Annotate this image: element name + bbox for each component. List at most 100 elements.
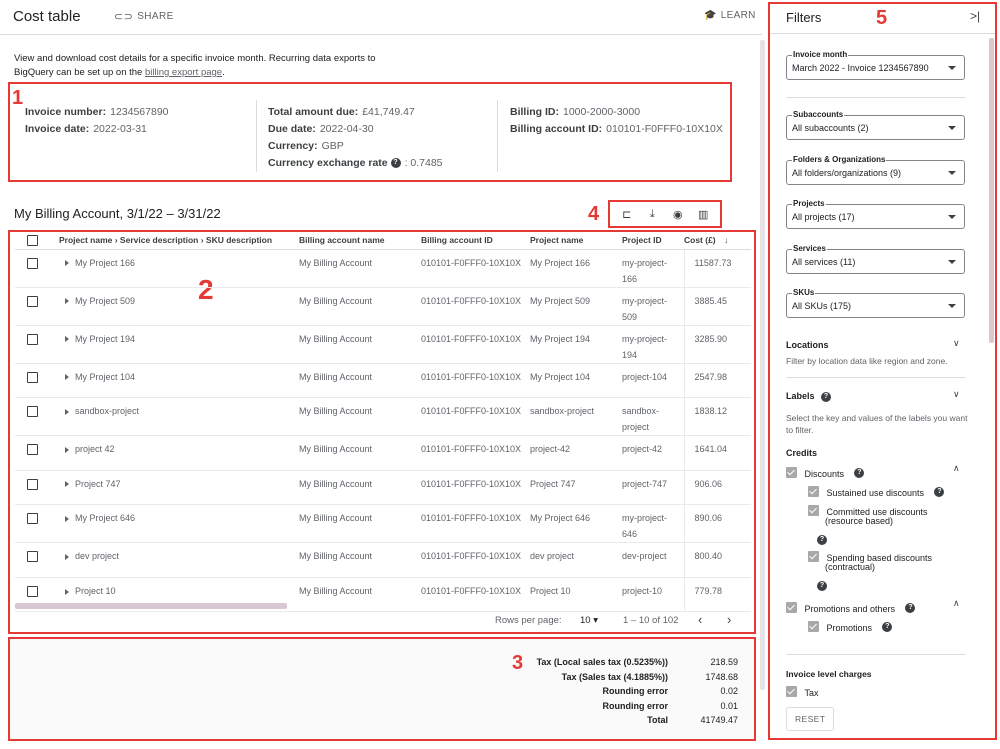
next-page-icon[interactable]: › (727, 612, 731, 627)
row-checkbox[interactable] (27, 551, 38, 563)
row-checkbox[interactable] (27, 257, 38, 269)
col-header-billing-account-id[interactable]: Billing account ID (421, 232, 530, 250)
help-icon[interactable]: ? (905, 602, 916, 613)
table-row[interactable]: dev project My Billing Account 010101-F0FF… (15, 542, 751, 578)
reset-button[interactable]: RESET (786, 707, 835, 731)
filter-divider (786, 97, 966, 98)
row-project-cell[interactable]: My Project 646 (49, 504, 299, 544)
labels-heading[interactable]: Labels ? (786, 391, 832, 402)
services-select[interactable]: Services All services (11) (786, 244, 965, 274)
billing-export-link[interactable]: billing export page (145, 67, 222, 78)
row-cost: 1838.12 (694, 406, 728, 417)
row-project-cell[interactable]: dev project (49, 542, 299, 578)
download-icon[interactable]: ⤓ (645, 207, 659, 221)
projects-select[interactable]: Projects All projects (17) (786, 199, 965, 229)
folders-select[interactable]: Folders & Organizations All folders/orga… (786, 155, 965, 185)
row-account-id-cell: 010101-F0FFF0-10X10X (421, 504, 530, 544)
row-cost: 11587.73 (694, 257, 732, 268)
select-all-checkbox[interactable] (27, 234, 38, 246)
table-row[interactable]: My Project 166 My Billing Account 010101-F… (15, 249, 751, 288)
help-icon[interactable]: ? (934, 486, 945, 497)
learn-button[interactable]: 🎓 LEARN (704, 10, 756, 21)
discounts-row[interactable]: Discounts ? (786, 464, 865, 482)
expand-row-icon[interactable] (65, 298, 69, 305)
committed-checkbox[interactable] (808, 505, 819, 517)
help-icon[interactable]: ? (817, 534, 827, 545)
sort-down-icon[interactable]: ↓ (724, 235, 728, 245)
help-icon[interactable]: ? (817, 580, 827, 591)
skus-select[interactable]: SKUs All SKUs (175) (786, 288, 965, 318)
col-header-billing-account-name[interactable]: Billing account name (299, 232, 421, 250)
table-row[interactable]: project 42 My Billing Account 010101-F0FFF… (15, 435, 751, 471)
tax-checkbox[interactable] (786, 686, 797, 698)
chevron-down-icon[interactable]: ∨ (953, 338, 960, 349)
expand-row-icon[interactable] (65, 553, 69, 560)
prev-page-icon[interactable]: ‹ (698, 612, 702, 627)
help-icon[interactable]: ? (821, 391, 832, 402)
discounts-checkbox[interactable] (786, 467, 797, 479)
expand-row-icon[interactable] (65, 588, 69, 595)
row-billing-account-id: 010101-F0FFF0-10X10X (421, 333, 522, 344)
table-row[interactable]: sandbox-project My Billing Account 010101-… (15, 397, 751, 437)
chevron-down-icon[interactable]: ∨ (953, 389, 960, 400)
row-project-cell[interactable]: Project 747 (49, 470, 299, 506)
promos-others-checkbox[interactable] (786, 602, 797, 614)
row-project-cell[interactable]: My Project 166 (49, 249, 299, 288)
filters-scrollbar[interactable] (989, 38, 994, 343)
row-checkbox[interactable] (27, 513, 38, 525)
row-project-cell[interactable]: project 42 (49, 435, 299, 471)
col-divider (256, 100, 257, 172)
table-row[interactable]: My Project 104 My Billing Account 010101-F… (15, 363, 751, 399)
group-by-icon[interactable]: ⊏ (620, 207, 634, 221)
promos-others-row[interactable]: Promotions and others ? (786, 599, 916, 617)
spending-checkbox[interactable] (808, 551, 819, 563)
row-project-cell[interactable]: sandbox-project (49, 397, 299, 437)
col-header-project-name[interactable]: Project name (530, 232, 622, 250)
table-row[interactable]: My Project 646 My Billing Account 010101-F… (15, 504, 751, 544)
tax-row[interactable]: Tax (786, 683, 818, 701)
chevron-up-icon[interactable]: ∧ (953, 598, 960, 609)
collapse-panel-icon[interactable]: >| (970, 9, 980, 23)
subaccounts-select[interactable]: Subaccounts All subaccounts (2) (786, 110, 965, 140)
sustained-row[interactable]: Sustained use discounts ? (808, 483, 945, 501)
sustained-checkbox[interactable] (808, 486, 819, 498)
main-scrollbar[interactable] (760, 40, 765, 690)
col-header-project-id[interactable]: Project ID (622, 232, 684, 250)
row-checkbox[interactable] (27, 371, 38, 383)
row-checkbox[interactable] (27, 295, 38, 307)
chevron-up-icon[interactable]: ∧ (953, 463, 960, 474)
invoice-month-select[interactable]: Invoice month March 2022 - Invoice 12345… (786, 50, 965, 80)
help-icon[interactable]: ? (882, 621, 893, 632)
page-title: Cost table (13, 8, 81, 25)
row-project-cell[interactable]: My Project 104 (49, 363, 299, 399)
row-checkbox[interactable] (27, 444, 38, 456)
locations-heading[interactable]: Locations (786, 340, 829, 350)
rows-per-page-select[interactable]: 10 ▾ (580, 615, 598, 626)
expand-row-icon[interactable] (65, 260, 69, 267)
columns-icon[interactable]: ▥ (696, 207, 710, 221)
row-checkbox[interactable] (27, 586, 38, 597)
help-icon[interactable]: ? (390, 158, 401, 169)
expand-row-icon[interactable] (65, 336, 69, 343)
promotions-row[interactable]: Promotions ? (808, 618, 893, 636)
row-project-cell[interactable]: My Project 509 (49, 287, 299, 326)
col-header-project-sku[interactable]: Project name › Service description › SKU… (49, 232, 299, 250)
table-row[interactable]: My Project 194 My Billing Account 010101-F… (15, 325, 751, 364)
table-row[interactable]: My Project 509 My Billing Account 010101-F… (15, 287, 751, 326)
table-row[interactable]: Project 747 My Billing Account 010101-F0FF… (15, 470, 751, 506)
horizontal-scrollbar[interactable] (15, 603, 287, 609)
promotions-checkbox[interactable] (808, 621, 819, 633)
expand-row-icon[interactable] (65, 481, 69, 488)
help-icon[interactable]: ? (854, 467, 865, 478)
visibility-icon[interactable]: ◉ (671, 207, 685, 221)
expand-row-icon[interactable] (65, 446, 69, 453)
row-checkbox[interactable] (27, 478, 38, 490)
row-checkbox[interactable] (27, 333, 38, 345)
row-project-cell[interactable]: My Project 194 (49, 325, 299, 364)
expand-row-icon[interactable] (65, 515, 69, 522)
row-checkbox[interactable] (27, 406, 38, 418)
col-header-cost[interactable]: Cost (£) ↓ (684, 232, 751, 250)
share-button[interactable]: ⊂⊃ SHARE (114, 10, 174, 23)
expand-row-icon[interactable] (65, 374, 69, 381)
expand-row-icon[interactable] (65, 408, 69, 415)
